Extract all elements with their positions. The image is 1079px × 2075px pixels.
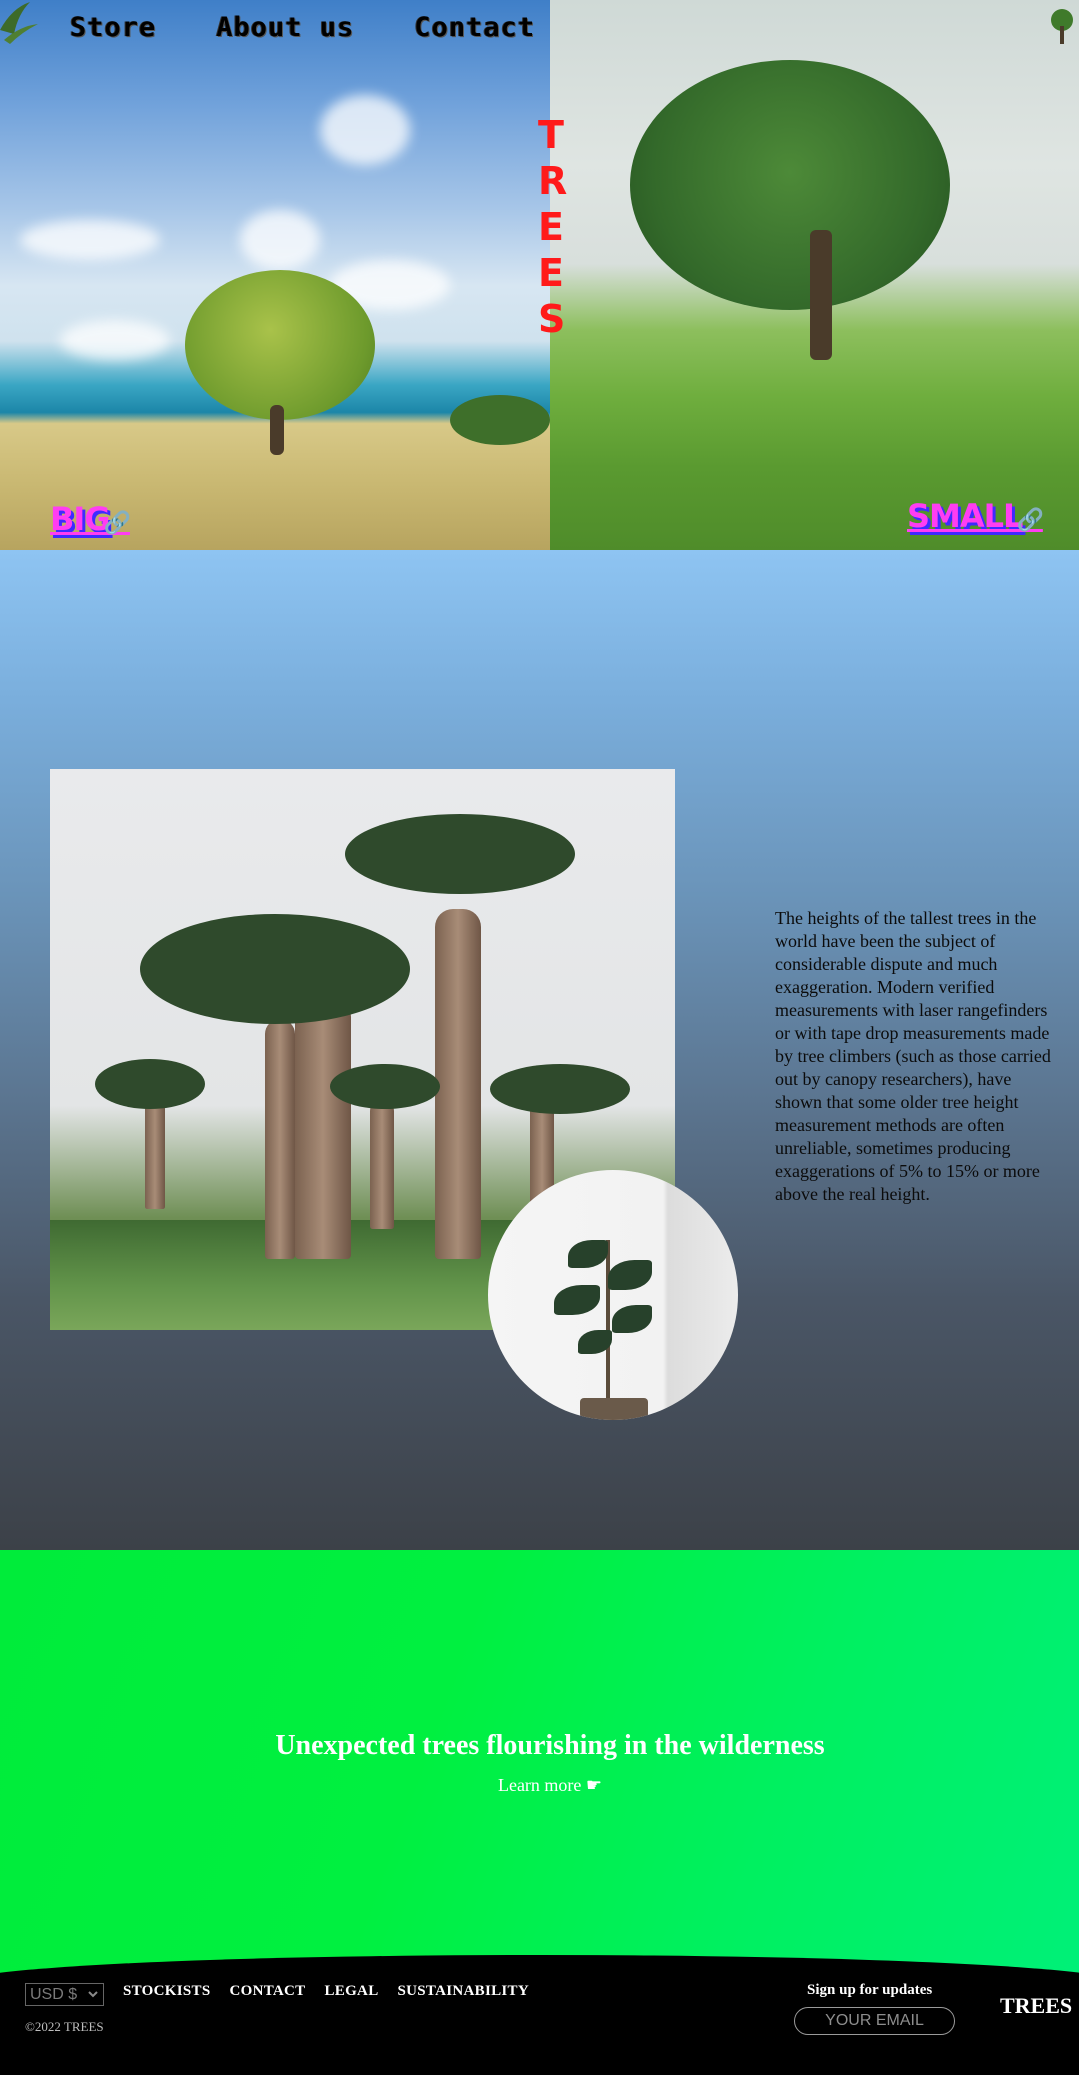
link-icon: 🔗 [103,511,131,536]
potted-plant-image [488,1170,738,1420]
footer-brand: TREES [1000,1993,1073,2018]
footer-link-legal[interactable]: LEGAL [324,1983,378,2000]
hero-section: Store About us Contact TREES BIG🔗 SMALL🔗 [0,0,1079,550]
nav-contact-link[interactable]: Contact [414,12,535,43]
main-nav: Store About us Contact [70,12,535,43]
small-tag-label: SMALL [907,497,1023,535]
tree-heights-paragraph: The heights of the tallest trees in the … [775,908,1051,1204]
small-trees-link[interactable]: SMALL🔗 [907,497,1044,535]
currency-value: USD $ [30,1985,78,2003]
info-section: The heights of the tallest trees in the … [0,550,1079,1550]
link-icon: 🔗 [1016,508,1043,533]
chevron-down-icon [87,1986,99,2004]
learn-more-link[interactable]: Learn more ☛ [0,1775,1079,1796]
currency-select[interactable]: USD $ [25,1983,104,2006]
promo-banner: Unexpected trees flourishing in the wild… [0,1550,1079,1990]
copyright-text: ©2022 TREES [25,2019,104,2034]
email-field[interactable] [794,2007,955,2035]
big-trees-link[interactable]: BIG🔗 [50,500,131,538]
big-tag-label: BIG [50,500,111,538]
meadow-tree-image [550,0,1079,550]
footer-links: STOCKISTS CONTACT LEGAL SUSTAINABILITY [123,1983,529,2000]
tree-logo-icon[interactable] [1048,8,1076,46]
promo-headline: Unexpected trees flourishing in the wild… [275,1730,825,1761]
footer-link-contact[interactable]: CONTACT [229,1983,305,2000]
footer-link-sustainability[interactable]: SUSTAINABILITY [398,1983,529,2000]
signup-label: Sign up for updates [807,1982,933,1998]
palm-leaf-decoration [0,0,40,44]
nav-about-link[interactable]: About us [216,12,354,43]
brand-vertical-title: TREES [538,113,568,341]
footer-link-stockists[interactable]: STOCKISTS [123,1983,210,2000]
beach-tree-image [0,0,550,550]
nav-store-link[interactable]: Store [70,12,156,43]
